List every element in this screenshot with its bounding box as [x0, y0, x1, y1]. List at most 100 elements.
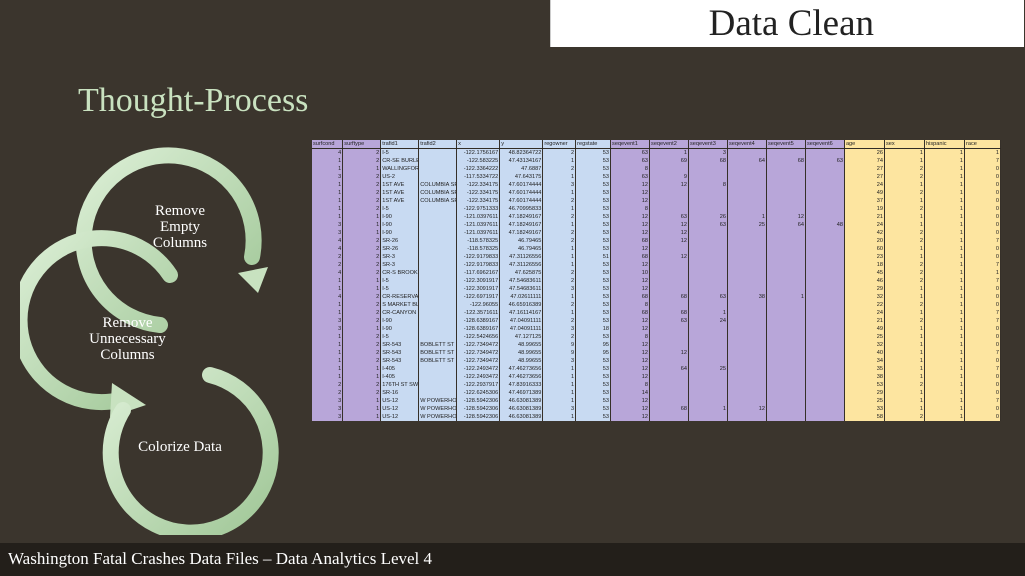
table-cell: 53	[575, 397, 612, 405]
table-cell	[727, 341, 767, 349]
table-cell: 53	[575, 373, 612, 381]
table-cell: 49	[844, 325, 885, 333]
table-cell: 53	[575, 173, 612, 181]
table-cell: 2	[312, 253, 344, 261]
table-cell	[649, 189, 689, 197]
table-cell	[418, 205, 458, 213]
table-cell	[766, 165, 806, 173]
table-cell: 51	[575, 253, 612, 261]
table-cell	[805, 205, 845, 213]
table-cell: 47.643175	[499, 173, 544, 181]
table-cell: 0	[964, 389, 1001, 397]
table-cell: 47.04091111	[499, 317, 544, 325]
table-cell: 46.63081389	[499, 397, 544, 405]
table-cell	[805, 277, 845, 285]
table-row: 1 2 SR-543 BOBLETT ST -122.7349472 48.99655 9 9…	[312, 349, 1001, 357]
table-cell	[805, 397, 845, 405]
table-cell: 3	[542, 325, 577, 333]
table-row: 3 1 I-90 -128.6389167 47.04091111 3 18 12 49 1 1 0	[312, 325, 1001, 333]
table-cell: 9	[542, 341, 577, 349]
table-cell: 2	[542, 197, 577, 205]
table-cell: 1	[884, 245, 925, 253]
table-cell: 1	[884, 213, 925, 221]
table-cell: 53	[575, 237, 612, 245]
table-cell: 12	[610, 413, 651, 421]
table-cell	[688, 397, 728, 405]
table-cell: 48.99655	[499, 349, 544, 357]
table-cell	[766, 261, 806, 269]
table-cell: 46.70995833	[499, 205, 544, 213]
table-cell: 1	[884, 148, 925, 157]
table-cell: 46.63081389	[499, 413, 544, 421]
table-cell	[766, 309, 806, 317]
table-cell	[727, 317, 767, 325]
table-cell	[688, 285, 728, 293]
table-cell: W POWERHOU	[418, 405, 458, 413]
table-cell: 12	[649, 181, 689, 189]
table-cell: 2	[342, 349, 382, 357]
table-cell: 53	[575, 381, 612, 389]
table-cell	[649, 325, 689, 333]
table-cell	[805, 317, 845, 325]
table-cell: 2	[342, 237, 382, 245]
table-cell: 53	[575, 221, 612, 229]
table-cell: 0	[964, 381, 1001, 389]
table-cell: I-405	[380, 365, 420, 373]
table-cell: 3	[542, 405, 577, 413]
table-row: 12CR-CANYON RI 104TH ST E-122.357161147.…	[312, 309, 1001, 317]
table-cell	[727, 197, 767, 205]
table-cell: 53	[575, 269, 612, 277]
column-header: regstate	[575, 140, 612, 149]
table-cell: 10	[610, 269, 651, 277]
table-cell: 48	[805, 221, 845, 229]
table-cell	[766, 301, 806, 309]
table-cell	[805, 261, 845, 269]
table-row: 3 2 US-2 -117.5334722 47.643175 1 53 63 9 27 2 1 0	[312, 173, 1001, 181]
table-cell: 25	[688, 365, 728, 373]
table-cell: 33	[844, 405, 885, 413]
table-cell: 1	[924, 365, 965, 373]
table-cell: 1	[688, 405, 728, 413]
table-cell	[688, 381, 728, 389]
table-cell	[766, 181, 806, 189]
table-cell: 1	[924, 413, 965, 421]
table-cell: 1	[884, 349, 925, 357]
table-row: 1 1 I-405 -122.2493472 47.46273656 1 53 12 38 1 1 0	[312, 373, 1001, 381]
table-cell: 1	[924, 293, 965, 301]
table-cell: 24	[688, 317, 728, 325]
table-cell: 53	[575, 165, 612, 173]
table-cell	[688, 373, 728, 381]
table-cell: 27	[844, 165, 885, 173]
table-cell: 0	[964, 229, 1001, 237]
table-cell: 1	[884, 389, 925, 397]
table-cell	[418, 269, 458, 277]
table-cell: SR-3	[380, 261, 420, 269]
table-cell: I-90	[380, 325, 420, 333]
table-cell: 0	[964, 285, 1001, 293]
table-cell: 3	[312, 221, 344, 229]
table-cell	[805, 365, 845, 373]
table-cell: 2	[342, 317, 382, 325]
table-cell: BOBLETT ST	[418, 357, 458, 365]
table-cell	[688, 325, 728, 333]
column-header: hispanic	[924, 140, 965, 149]
table-cell: 3	[542, 181, 577, 189]
table-cell: 1	[312, 365, 344, 373]
table-cell: 12	[610, 397, 651, 405]
table-cell	[688, 277, 728, 285]
step1-line2: Empty	[160, 219, 200, 235]
column-header: y	[499, 140, 544, 149]
table-cell: 12	[610, 349, 651, 357]
table-cell: 1	[924, 229, 965, 237]
table-cell	[805, 253, 845, 261]
table-cell	[688, 245, 728, 253]
table-cell: 0	[964, 341, 1001, 349]
table-cell	[766, 373, 806, 381]
column-header: race	[964, 140, 1001, 149]
table-row: 2 2 SR-3 -122.9179833 47.31126556 1 51 68 12 23 1 1…	[312, 253, 1001, 261]
table-cell: 1	[312, 373, 344, 381]
table-cell: 47.46971389	[499, 389, 544, 397]
table-row: 4 2 SR-26 -118.578325 46.79465 2 53 68 12 20 2 1 7	[312, 237, 1001, 245]
table-cell: 2	[342, 173, 382, 181]
table-cell: 4	[312, 148, 344, 157]
